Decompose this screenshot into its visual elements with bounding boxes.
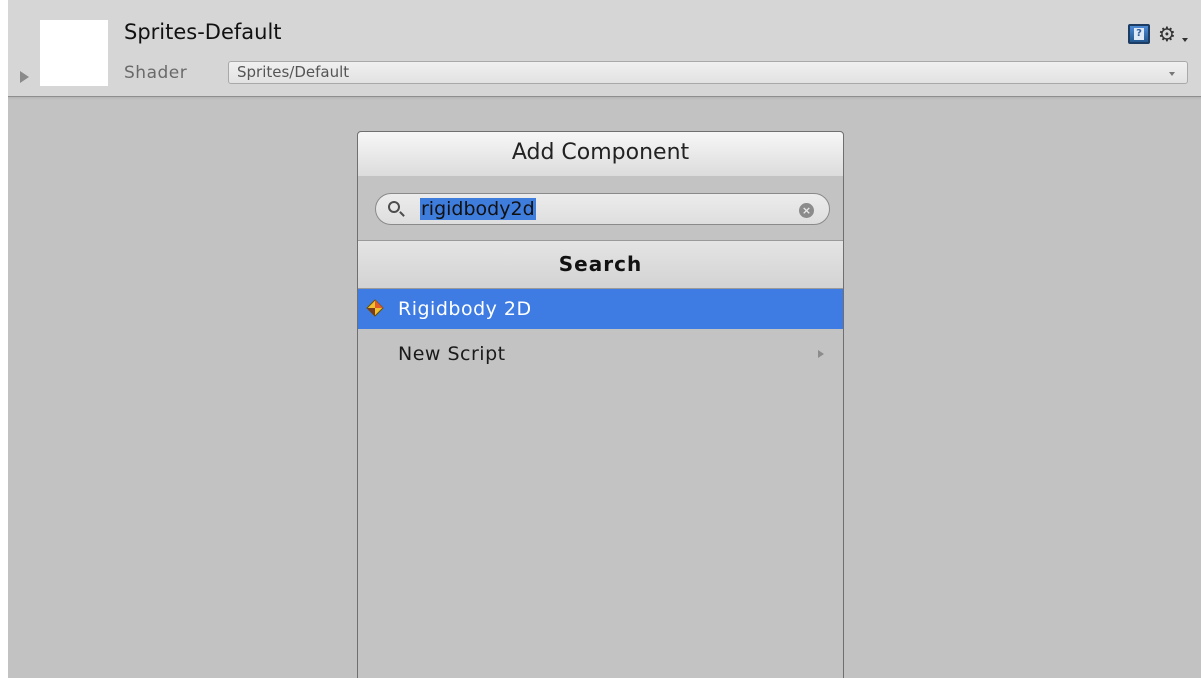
foldout-arrow-icon[interactable] [20, 71, 29, 83]
result-item-rigidbody-2d[interactable]: Rigidbody 2D [358, 289, 843, 329]
rigidbody2d-icon [366, 299, 384, 317]
clear-search-icon[interactable]: × [799, 203, 814, 218]
add-component-popup: rigidbody2d × Search Rigidbody 2D New Sc… [357, 176, 844, 678]
inspector-panel: Sprites-Default Shader Sprites/Default ?… [8, 0, 1201, 678]
material-preview [40, 20, 108, 86]
search-section-title: Search [358, 240, 843, 289]
component-search-field[interactable]: rigidbody2d × [375, 193, 830, 225]
help-book-icon[interactable]: ? [1128, 24, 1150, 44]
shader-label: Shader [124, 63, 188, 83]
search-icon [388, 201, 400, 213]
result-item-label: New Script [398, 343, 506, 365]
header-divider [8, 97, 1201, 100]
result-item-new-script[interactable]: New Script [358, 334, 843, 374]
chevron-down-icon [1182, 38, 1188, 42]
material-title: Sprites-Default [124, 20, 282, 44]
shader-dropdown-value: Sprites/Default [237, 63, 350, 81]
add-component-button[interactable]: Add Component [357, 131, 844, 177]
dropdown-arrow-icon [1169, 72, 1175, 76]
submenu-arrow-icon [818, 350, 824, 358]
shader-dropdown[interactable]: Sprites/Default [228, 61, 1188, 84]
gear-icon[interactable]: ⚙ [1158, 20, 1198, 48]
result-item-label: Rigidbody 2D [398, 298, 532, 320]
search-input-value[interactable]: rigidbody2d [420, 198, 536, 220]
material-header: Sprites-Default Shader Sprites/Default ?… [8, 0, 1201, 97]
